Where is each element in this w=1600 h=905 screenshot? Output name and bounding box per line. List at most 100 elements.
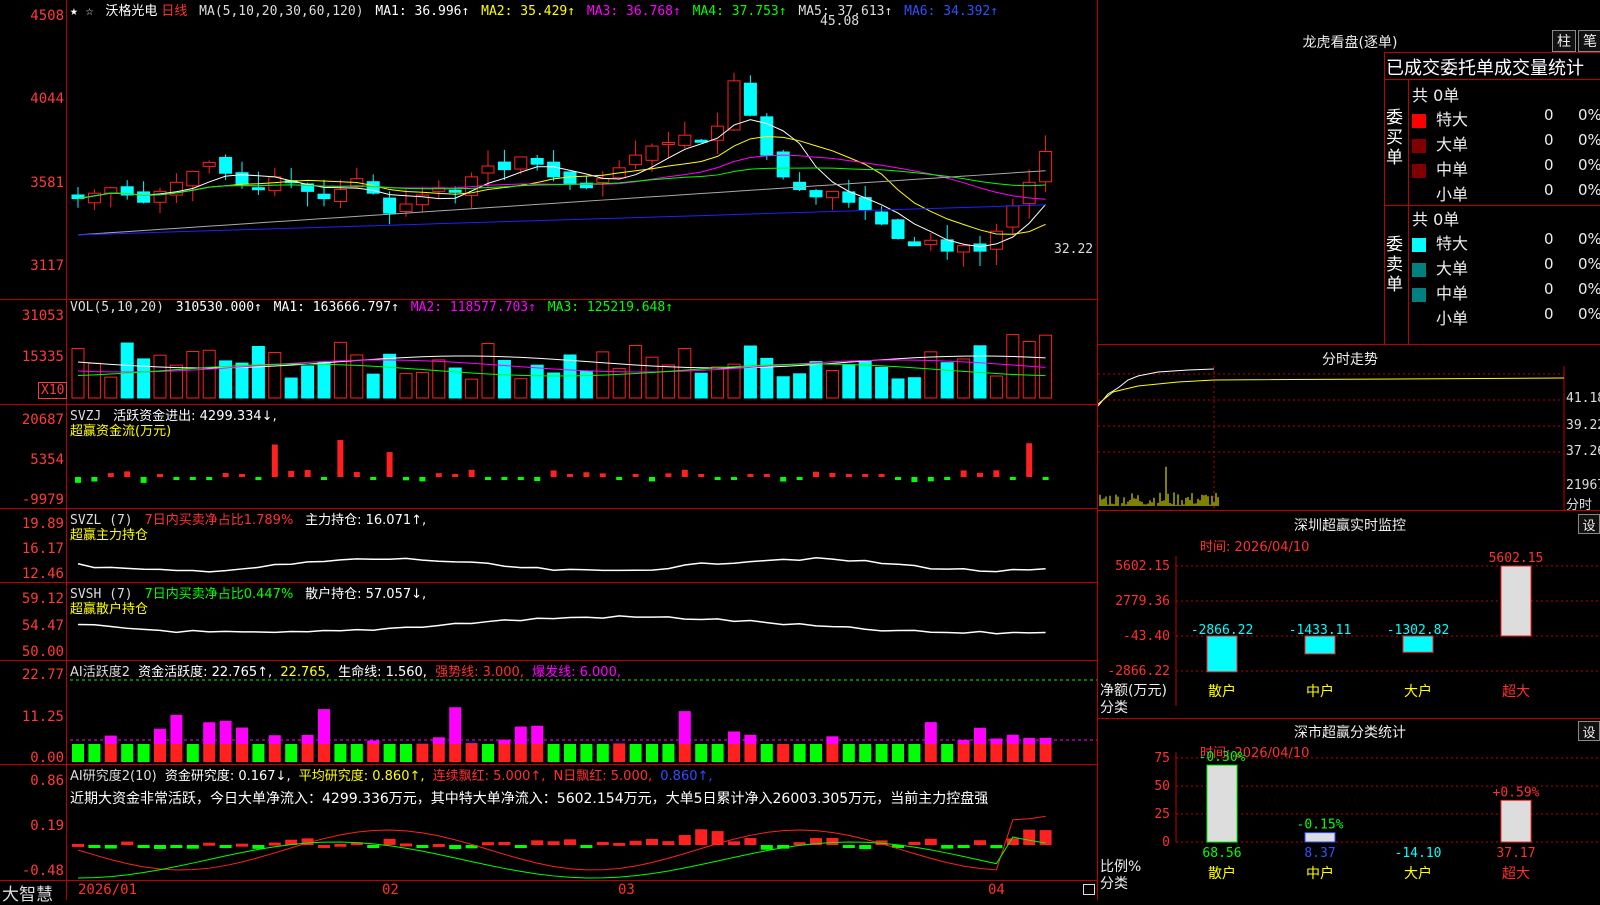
period-label[interactable]: 日线 — [161, 4, 187, 19]
y-tick: 11.25 — [0, 709, 64, 725]
net-bar — [1501, 566, 1531, 636]
activity-bar — [810, 744, 822, 762]
row-name: 特大 — [1436, 110, 1468, 129]
order-row: 特大 — [1412, 230, 1468, 254]
research-bar — [203, 843, 215, 846]
x-axis-line — [0, 880, 1098, 881]
flow-bar — [370, 477, 376, 480]
volume-bar — [531, 365, 543, 398]
volume-bar — [466, 379, 478, 398]
research-bar — [548, 841, 560, 845]
volume-bar — [925, 352, 937, 398]
candle — [958, 246, 970, 252]
activity-bar — [925, 744, 937, 762]
sell-total: 共 0单 — [1412, 206, 1459, 230]
research-bar — [958, 845, 970, 848]
monitor-settings-button[interactable]: 设 — [1578, 514, 1600, 534]
volume-bar — [269, 353, 281, 398]
activity-peak — [531, 726, 543, 744]
y-tick: 22.77 — [0, 667, 64, 683]
row-count: 0 — [1544, 131, 1554, 149]
research-bar — [679, 835, 691, 845]
volume-bar — [794, 374, 806, 398]
activity-bar — [908, 744, 920, 762]
research-line-red — [78, 816, 1046, 870]
legend-swatch — [1412, 238, 1426, 252]
activity-bar — [613, 744, 625, 762]
volume-bar — [367, 374, 379, 398]
activity-bar — [941, 744, 953, 762]
activity-bar — [482, 744, 494, 762]
column-view-button[interactable]: 柱 — [1552, 30, 1576, 52]
divider — [1408, 80, 1409, 344]
research-bar — [1023, 830, 1035, 845]
candle — [449, 190, 461, 192]
x-tick: 03 — [618, 882, 635, 898]
ratio-value: -14.10 — [1395, 846, 1442, 861]
volume-bar — [859, 361, 871, 398]
activity-bar — [646, 744, 658, 762]
research-bar — [367, 845, 379, 848]
activity-bar — [318, 744, 330, 762]
divider — [1384, 79, 1600, 80]
flow-bar — [911, 477, 917, 482]
ai2-red: 连续飘红: 5.000↑, — [433, 769, 546, 784]
ai2-header: AI研究度2(10) 资金研究度: 0.167↓, 平均研究度: 0.860↑,… — [70, 765, 717, 784]
volume-bar — [990, 376, 1002, 398]
y-tick: 54.47 — [0, 618, 64, 634]
ai2-desc: 资金研究度: 0.167↓, — [165, 769, 291, 784]
volume-bar — [285, 378, 297, 398]
research-bar — [646, 839, 658, 845]
ratio-bar — [1305, 833, 1335, 842]
activity-peak — [236, 728, 248, 744]
activity-bar — [285, 744, 297, 762]
activity-bar — [498, 744, 510, 762]
research-bar — [531, 840, 543, 845]
volume-bar — [744, 346, 756, 398]
order-row: 大单 — [1412, 255, 1468, 279]
volume-panel — [72, 335, 1052, 398]
retail-holding-panel — [78, 616, 1046, 634]
candle — [1007, 206, 1019, 227]
y-tick: 15335 — [0, 349, 64, 365]
research-bar — [728, 841, 740, 845]
row-count: 0 — [1544, 156, 1554, 174]
activity-bar — [220, 744, 232, 762]
row-percent: 0% — [1578, 255, 1600, 273]
lock-icon[interactable] — [1083, 884, 1095, 895]
activity-bar — [597, 744, 609, 762]
flow-bar — [518, 477, 524, 480]
research-bar — [72, 844, 84, 847]
volume-bar — [334, 342, 346, 398]
classify-axis-label2: 分类 — [1100, 873, 1128, 893]
activity-peak — [367, 741, 379, 744]
row-name: 小单 — [1436, 309, 1468, 328]
activity-peak — [105, 736, 117, 744]
activity-bar — [1040, 744, 1052, 762]
activity-bar — [548, 744, 560, 762]
volume-bar — [318, 362, 330, 398]
flow-bar — [665, 473, 671, 477]
tick-view-button[interactable]: 笔 — [1578, 30, 1600, 52]
classify-settings-button[interactable]: 设 — [1578, 721, 1600, 741]
candle — [826, 191, 838, 197]
activity-bar — [630, 744, 642, 762]
activity-bar — [88, 744, 100, 762]
vol-label: VOL(5,10,20) — [70, 300, 164, 315]
row-count: 0 — [1544, 305, 1554, 323]
svzl-desc2: 主力持仓: 16.071↑, — [305, 513, 426, 528]
research-bar — [843, 845, 855, 848]
intraday-chart[interactable] — [1098, 366, 1600, 510]
activity-bar — [712, 744, 724, 762]
monitor-tick: -43.40 — [1123, 629, 1170, 644]
flow-bar — [961, 470, 967, 477]
research-bar — [88, 845, 100, 848]
star-icon[interactable]: ★ ☆ — [70, 4, 93, 19]
flow-bar — [616, 477, 622, 480]
svsh-desc: 7日内买卖净占比0.447% — [144, 587, 293, 602]
stats-tab[interactable]: 已成交委托单成交量统计 — [1386, 54, 1584, 80]
y-tick: 12.46 — [0, 566, 64, 582]
vol-value: 310530.000↑ — [176, 300, 262, 315]
y-tick: 4508 — [0, 8, 64, 24]
flow-bar — [337, 440, 343, 477]
